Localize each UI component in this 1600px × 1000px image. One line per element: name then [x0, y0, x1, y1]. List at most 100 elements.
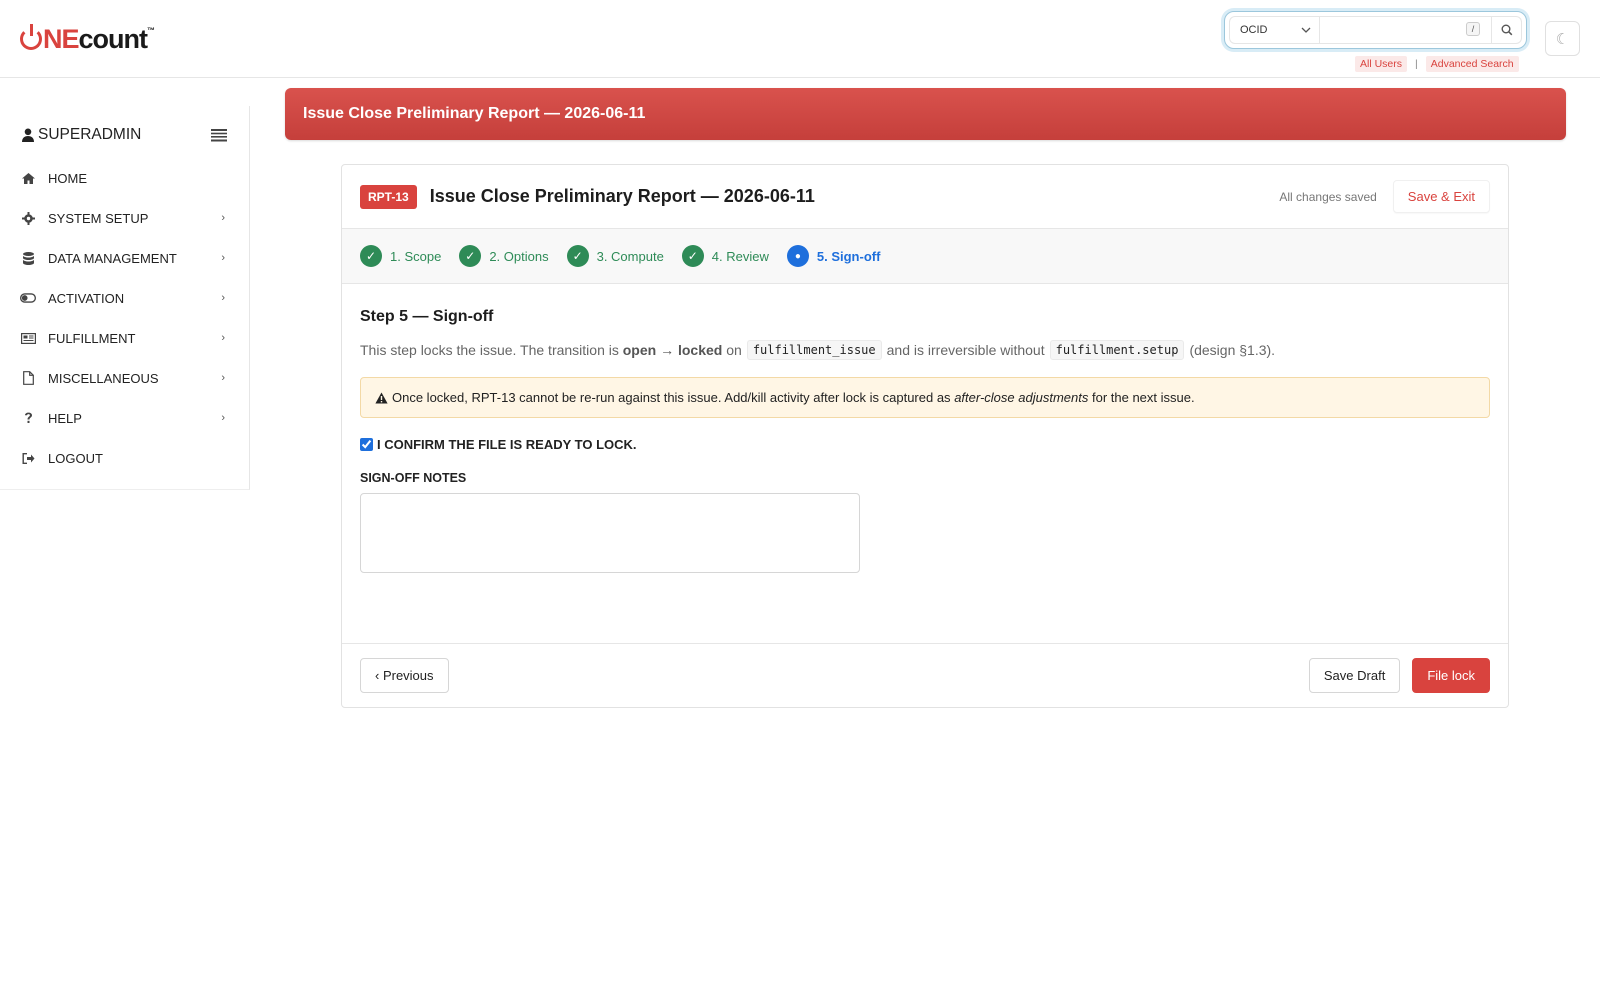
lock-warning-alert: Once locked, RPT-13 cannot be re-run aga…: [360, 377, 1490, 418]
sidebar-item-data-management[interactable]: DATA MANAGEMENT ›: [20, 238, 225, 278]
previous-button[interactable]: ‹ Previous: [360, 658, 449, 693]
step-label: 1. Scope: [390, 248, 442, 264]
warning-text: Once locked, RPT-13 cannot be re-run aga…: [392, 390, 951, 405]
sidebar-item-miscellaneous[interactable]: MISCELLANEOUS ›: [20, 358, 225, 398]
chevron-down-icon: [1301, 27, 1311, 33]
onecount-logo[interactable]: NE count ™: [20, 24, 155, 54]
sidebar-collapse-icon[interactable]: [211, 128, 227, 142]
sign-out-icon: [20, 452, 36, 464]
search-scope-value: OCID: [1240, 24, 1268, 36]
chevron-right-icon: ›: [221, 332, 225, 344]
check-icon: ✓: [360, 245, 382, 267]
logo-text-prefix: NE: [43, 23, 80, 54]
confirm-lock-row[interactable]: I CONFIRM THE FILE IS READY TO LOCK.: [360, 437, 1490, 452]
question-icon: [20, 412, 36, 424]
step-sign-off[interactable]: ● 5. Sign-off: [786, 245, 881, 267]
power-icon: [20, 24, 42, 50]
check-icon: ✓: [566, 245, 589, 267]
warning-icon: [375, 392, 388, 403]
step-compute[interactable]: ✓ 3. Compute: [566, 245, 664, 267]
search-icon: [1501, 24, 1512, 36]
database-icon: [20, 251, 36, 265]
sidebar-item-label: MISCELLANEOUS: [48, 370, 159, 386]
wizard-header: RPT-13 Issue Close Preliminary Report — …: [342, 165, 1508, 229]
step-scope[interactable]: ✓ 1. Scope: [360, 245, 441, 267]
step-label: 5. Sign-off: [816, 248, 881, 264]
sidebar-item-help[interactable]: HELP ›: [20, 398, 225, 438]
warning-text: for the next issue.: [1091, 390, 1195, 405]
page-title: Issue Close Preliminary Report — 2026-06…: [303, 105, 646, 122]
wizard-title: Issue Close Preliminary Report — 2026-06…: [429, 186, 815, 206]
top-bar: NE count ™ OCID / All Users | Advanced S…: [0, 0, 1600, 78]
check-icon: ✓: [681, 245, 704, 267]
step-options[interactable]: ✓ 2. Options: [459, 245, 549, 267]
home-icon: [20, 172, 36, 184]
sidebar-user: SUPERADMIN: [22, 126, 141, 144]
gear-icon: [20, 211, 36, 225]
sidebar-item-label: LOGOUT: [48, 450, 103, 466]
sidebar-item-label: FULFILLMENT: [48, 330, 136, 346]
search-shortcut-hint: /: [1466, 22, 1480, 36]
chevron-right-icon: ›: [221, 292, 225, 304]
sidebar-item-home[interactable]: HOME: [20, 158, 225, 198]
step-description: This step locks the issue. The transitio…: [360, 340, 1490, 360]
save-status: All changes saved: [1279, 189, 1377, 204]
sidebar-item-logout[interactable]: LOGOUT: [20, 438, 225, 478]
warning-emphasis: after-close adjustments: [954, 390, 1089, 405]
code-issue-table: fulfillment_issue: [746, 340, 882, 360]
sidebar: SUPERADMIN HOME SYSTEM SETUP › DATA MANA…: [0, 106, 250, 490]
sign-off-notes-field[interactable]: [360, 493, 860, 573]
page-title-banner: Issue Close Preliminary Report — 2026-06…: [285, 88, 1566, 140]
sidebar-item-label: ACTIVATION: [48, 290, 125, 306]
toggle-icon: [20, 293, 36, 303]
sidebar-user-name: SUPERADMIN: [38, 126, 142, 143]
step-label: 3. Compute: [596, 248, 664, 264]
step-body: Step 5 — Sign-off This step locks the is…: [360, 308, 1490, 578]
moon-icon: ☾: [1555, 30, 1570, 48]
global-search: OCID: [1224, 11, 1527, 49]
desc-text: and is irreversible without: [886, 342, 1045, 358]
confirm-lock-label: I CONFIRM THE FILE IS READY TO LOCK.: [377, 437, 637, 452]
step-review[interactable]: ✓ 4. Review: [681, 245, 769, 267]
file-lock-button[interactable]: File lock: [1412, 658, 1490, 693]
search-links-separator: |: [1415, 58, 1418, 70]
sidebar-item-system-setup[interactable]: SYSTEM SETUP ›: [20, 198, 225, 238]
wizard-steps: ✓ 1. Scope ✓ 2. Options ✓ 3. Compute ✓ 4…: [342, 229, 1508, 284]
step-heading: Step 5 — Sign-off: [360, 308, 494, 325]
search-scope-select[interactable]: OCID: [1229, 16, 1320, 44]
theme-toggle-button[interactable]: ☾: [1545, 21, 1580, 56]
chevron-right-icon: ›: [221, 212, 225, 224]
logo-text-suffix: count: [78, 23, 148, 54]
state-locked: locked: [677, 342, 723, 358]
sidebar-item-label: HELP: [48, 410, 82, 426]
wizard-card: RPT-13 Issue Close Preliminary Report — …: [341, 164, 1509, 708]
save-exit-button[interactable]: Save & Exit: [1392, 180, 1490, 213]
all-users-link[interactable]: All Users: [1355, 56, 1408, 72]
arrow-icon: →: [660, 342, 675, 358]
newspaper-icon: [20, 332, 36, 344]
save-draft-button[interactable]: Save Draft: [1308, 658, 1401, 693]
search-button[interactable]: [1492, 16, 1522, 44]
chevron-right-icon: ›: [221, 372, 225, 384]
sidebar-item-fulfillment[interactable]: FULFILLMENT ›: [20, 318, 225, 358]
sidebar-item-activation[interactable]: ACTIVATION ›: [20, 278, 225, 318]
advanced-search-link[interactable]: Advanced Search: [1425, 56, 1519, 72]
search-links: All Users | Advanced Search: [1355, 56, 1519, 72]
sidebar-item-label: SYSTEM SETUP: [48, 210, 149, 226]
logo-trademark: ™: [147, 26, 156, 35]
step-label: 2. Options: [489, 248, 549, 264]
chevron-right-icon: ›: [221, 412, 225, 424]
report-id-badge: RPT-13: [360, 184, 417, 209]
desc-text: (design §1.3).: [1189, 342, 1276, 358]
wizard-footer: ‹ Previous Save Draft File lock: [342, 643, 1508, 707]
file-icon: [20, 371, 36, 385]
confirm-lock-checkbox[interactable]: [360, 438, 373, 451]
state-open: open: [622, 342, 657, 358]
code-setup-permission: fulfillment.setup: [1049, 340, 1185, 360]
desc-text: This step locks the issue. The transitio…: [360, 342, 619, 358]
sign-off-notes-label: SIGN-OFF NOTES: [360, 471, 467, 485]
sidebar-user-row: SUPERADMIN: [22, 126, 227, 144]
check-icon: ✓: [459, 245, 482, 267]
sidebar-item-label: HOME: [48, 170, 87, 186]
step-label: 4. Review: [711, 248, 769, 264]
